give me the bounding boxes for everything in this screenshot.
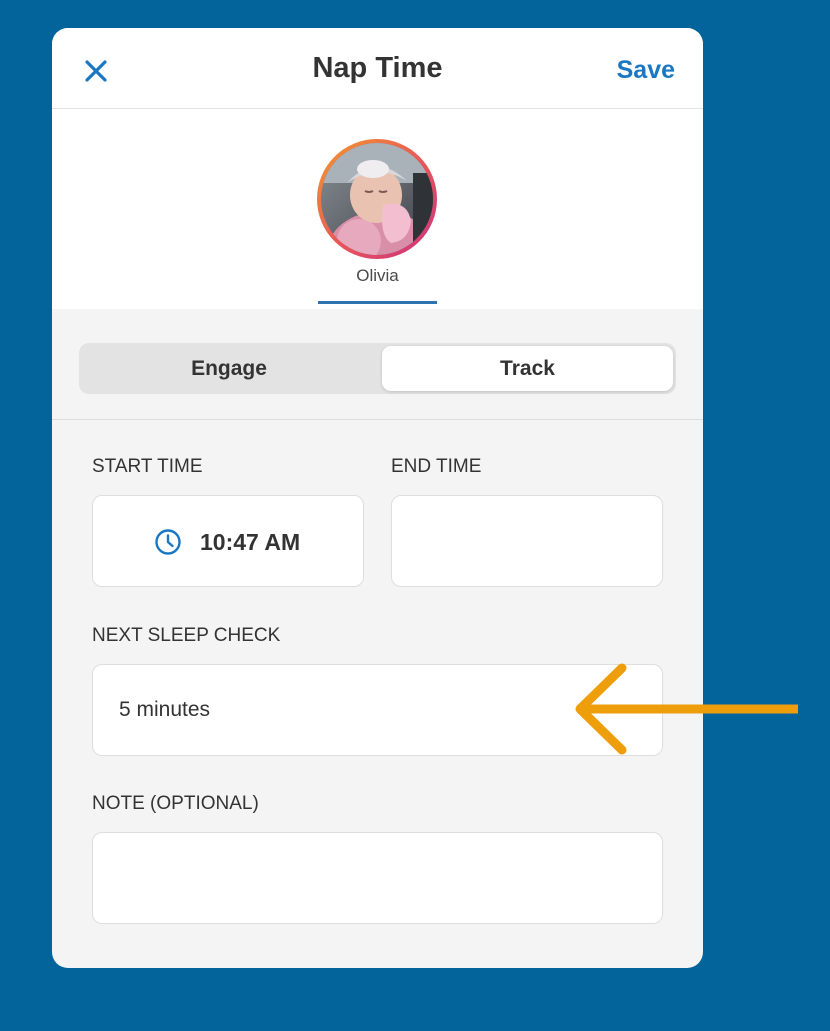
save-button[interactable]: Save (617, 56, 675, 85)
note-label: NOTE (OPTIONAL) (92, 793, 259, 814)
tab-engage[interactable]: Engage (82, 346, 376, 391)
modal-top-section: Nap Time Save Olivia (52, 28, 703, 309)
child-name-label: Olivia (356, 266, 399, 285)
next-sleep-check-label: NEXT SLEEP CHECK (92, 625, 281, 646)
start-time-value: 10:47 AM (154, 528, 300, 556)
close-button[interactable] (84, 59, 108, 83)
nap-time-modal: Nap Time Save Olivia Engage Track START … (52, 28, 703, 968)
end-time-field[interactable] (391, 495, 663, 587)
start-time-label: START TIME (92, 456, 203, 477)
tab-track[interactable]: Track (382, 346, 673, 391)
arrow-left-icon (575, 663, 798, 755)
next-sleep-check-value: 5 minutes (119, 698, 211, 721)
avatar[interactable] (317, 139, 437, 259)
start-time-text: 10:47 AM (200, 528, 301, 555)
end-time-label: END TIME (391, 456, 482, 477)
page-title: Nap Time (312, 52, 443, 84)
clock-icon (155, 529, 181, 555)
modal-header: Nap Time Save (52, 28, 703, 109)
section-divider (52, 419, 703, 420)
note-input[interactable] (92, 832, 663, 924)
start-time-field[interactable]: 10:47 AM (92, 495, 364, 587)
child-photo (321, 143, 433, 255)
selected-child-indicator (318, 301, 437, 304)
close-icon (85, 60, 107, 82)
mode-segmented-control: Engage Track (79, 343, 676, 394)
